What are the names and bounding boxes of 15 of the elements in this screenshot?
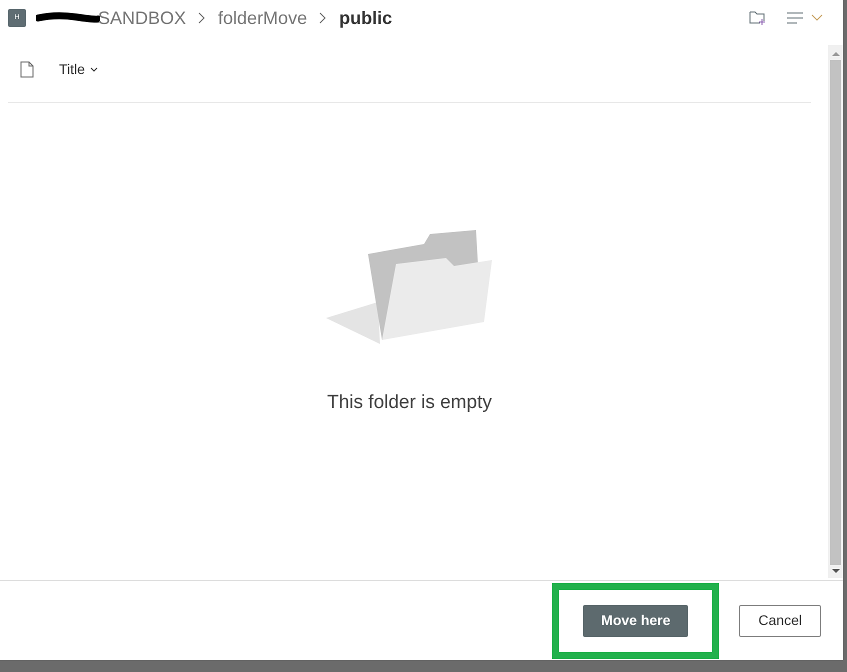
scroll-down-icon[interactable] xyxy=(832,569,840,574)
scrollbar[interactable] xyxy=(828,45,843,578)
breadcrumb-link[interactable]: folderMove xyxy=(218,4,308,32)
empty-message: This folder is empty xyxy=(327,391,492,415)
move-here-button[interactable]: Move here xyxy=(583,604,688,636)
chevron-right-icon xyxy=(319,12,328,24)
menu-icon[interactable] xyxy=(787,12,805,24)
document-icon xyxy=(20,60,34,78)
chevron-right-icon xyxy=(198,12,206,24)
new-folder-icon[interactable] xyxy=(749,10,767,26)
breadcrumb-link[interactable]: SANDBOX xyxy=(98,4,186,32)
caret-icon xyxy=(90,66,98,72)
cancel-button[interactable]: Cancel xyxy=(739,604,821,636)
breadcrumb-link[interactable]: public xyxy=(339,4,392,32)
column-header[interactable]: Title xyxy=(59,58,98,80)
